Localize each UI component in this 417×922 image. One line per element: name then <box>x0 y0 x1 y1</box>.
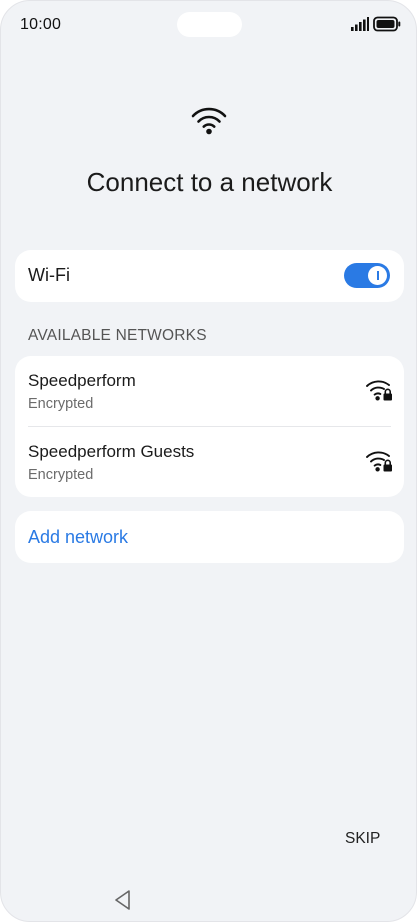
network-item-speedperform-guests[interactable]: Speedperform Guests Encrypted <box>15 427 404 497</box>
network-security: Encrypted <box>28 467 94 483</box>
networks-list: Speedperform Encrypted Speedperform Gues… <box>15 356 404 497</box>
network-item-speedperform[interactable]: Speedperform Encrypted <box>15 356 404 426</box>
network-name: Speedperform <box>28 371 136 390</box>
add-network-label: Add network <box>28 527 129 547</box>
wifi-icon <box>191 107 227 135</box>
phone-screen: 10:00 Connect to a network Wi-Fi AVAILAB… <box>0 0 417 922</box>
skip-button[interactable]: SKIP <box>345 830 380 848</box>
available-networks-header: AVAILABLE NETWORKS <box>28 327 207 344</box>
wifi-toggle-switch[interactable] <box>344 263 390 288</box>
wifi-lock-icon <box>366 380 392 401</box>
back-triangle-icon[interactable] <box>113 889 133 911</box>
network-name: Speedperform Guests <box>28 442 195 461</box>
camera-notch <box>177 12 242 37</box>
signal-bars-icon <box>351 17 369 31</box>
add-network-button[interactable]: Add network <box>15 511 404 563</box>
status-bar: 10:00 <box>1 1 416 49</box>
toggle-knob <box>368 266 387 285</box>
wifi-toggle-card: Wi-Fi <box>15 250 404 302</box>
wifi-lock-icon <box>366 451 392 472</box>
status-time: 10:00 <box>20 16 62 33</box>
page-title: Connect to a network <box>86 167 333 197</box>
battery-full-icon <box>373 16 401 32</box>
wifi-toggle-label: Wi-Fi <box>28 265 70 285</box>
network-security: Encrypted <box>28 396 94 412</box>
